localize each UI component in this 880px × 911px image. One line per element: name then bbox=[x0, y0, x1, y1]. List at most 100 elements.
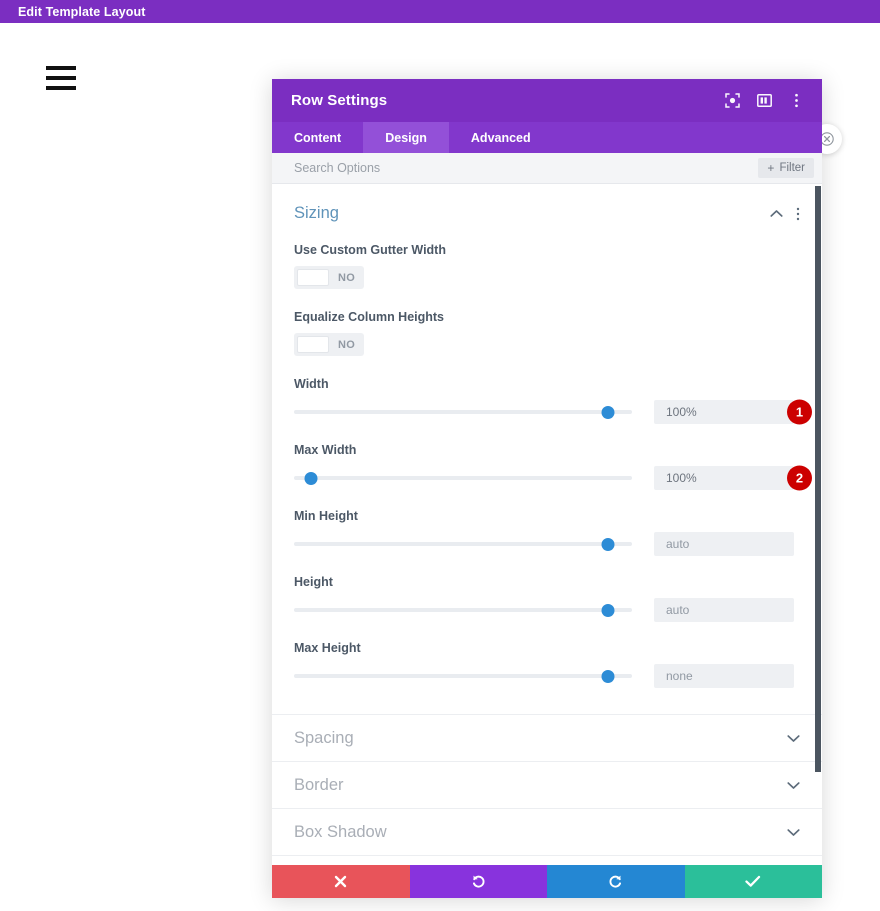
value-input-max-height[interactable]: none bbox=[654, 664, 794, 688]
slider-row-max-height: none bbox=[294, 664, 800, 688]
modal-body: Sizing Use Custom Gutter Width NO Equali… bbox=[272, 184, 822, 865]
field-width: Width 100% 1 bbox=[294, 377, 812, 425]
admin-bar: Edit Template Layout bbox=[0, 0, 880, 23]
chevron-down-icon[interactable] bbox=[787, 734, 800, 743]
search-input[interactable] bbox=[294, 161, 759, 175]
hamburger-bar bbox=[46, 66, 76, 70]
filter-button[interactable]: + Filter bbox=[758, 158, 814, 178]
value-input-max-width[interactable]: 100% 2 bbox=[654, 465, 812, 491]
field-label: Height bbox=[294, 575, 333, 589]
undo-icon bbox=[472, 875, 485, 888]
more-vertical-icon[interactable] bbox=[788, 93, 804, 109]
slider-row-width: 100% 1 bbox=[294, 399, 812, 425]
value-input-min-height[interactable]: auto bbox=[654, 532, 794, 556]
redo-button[interactable] bbox=[547, 865, 685, 898]
chevron-down-icon[interactable] bbox=[787, 781, 800, 790]
modal-header-icons bbox=[724, 93, 804, 109]
slider-handle[interactable] bbox=[304, 471, 318, 485]
field-min-height: Min Height auto bbox=[294, 509, 800, 556]
toggle-knob bbox=[297, 336, 329, 353]
slider-handle[interactable] bbox=[601, 669, 615, 683]
modal-title: Row Settings bbox=[291, 92, 388, 109]
step-badge-1: 1 bbox=[787, 399, 812, 425]
group-spacing[interactable]: Spacing bbox=[272, 715, 822, 762]
close-icon bbox=[820, 132, 834, 146]
value-text: 100% bbox=[666, 405, 697, 419]
redo-icon bbox=[609, 875, 622, 888]
slider-height[interactable] bbox=[294, 602, 632, 618]
value-input-width[interactable]: 100% 1 bbox=[654, 399, 812, 425]
toggle-use-custom-gutter-width[interactable]: NO bbox=[294, 266, 365, 289]
field-use-custom-gutter-width: Use Custom Gutter Width NO bbox=[294, 243, 800, 291]
field-max-width: Max Width 100% 2 bbox=[294, 443, 812, 491]
row-settings-modal: Row Settings Content Design Advanced Sea… bbox=[272, 79, 842, 898]
slider-max-width[interactable] bbox=[294, 470, 632, 486]
slider-track bbox=[294, 674, 632, 678]
group-border[interactable]: Border bbox=[272, 762, 822, 809]
layout-panel-icon[interactable] bbox=[756, 93, 772, 109]
hamburger-bar bbox=[46, 86, 76, 90]
group-filters[interactable]: Filters bbox=[272, 856, 822, 865]
slider-track bbox=[294, 542, 632, 546]
group-sizing-header[interactable]: Sizing bbox=[294, 204, 800, 223]
focus-target-icon[interactable] bbox=[724, 93, 740, 109]
tab-content[interactable]: Content bbox=[272, 122, 363, 153]
filter-button-label: Filter bbox=[779, 162, 805, 174]
slider-row-max-width: 100% 2 bbox=[294, 465, 812, 491]
more-vertical-icon[interactable] bbox=[796, 207, 800, 221]
undo-button[interactable] bbox=[409, 865, 547, 898]
group-spacing-title: Spacing bbox=[294, 728, 354, 747]
modal-header: Row Settings bbox=[272, 79, 822, 122]
field-label: Use Custom Gutter Width bbox=[294, 243, 446, 257]
admin-bar-title: Edit Template Layout bbox=[18, 4, 146, 19]
chevron-down-icon[interactable] bbox=[787, 828, 800, 837]
tab-advanced[interactable]: Advanced bbox=[449, 122, 553, 153]
check-icon bbox=[745, 875, 761, 887]
modal-tabs: Content Design Advanced bbox=[272, 122, 822, 153]
slider-track bbox=[294, 608, 632, 612]
field-height: Height auto bbox=[294, 575, 800, 622]
slider-handle[interactable] bbox=[601, 405, 615, 419]
slider-min-height[interactable] bbox=[294, 536, 632, 552]
field-equalize-column-heights: Equalize Column Heights NO bbox=[294, 310, 800, 358]
value-placeholder: none bbox=[666, 669, 693, 683]
slider-row-height: auto bbox=[294, 598, 800, 622]
slider-row-min-height: auto bbox=[294, 532, 800, 556]
value-input-height[interactable]: auto bbox=[654, 598, 794, 622]
field-label: Max Height bbox=[294, 641, 361, 655]
group-box-shadow-title: Box Shadow bbox=[294, 822, 387, 841]
slider-width[interactable] bbox=[294, 404, 632, 420]
group-sizing: Sizing Use Custom Gutter Width NO Equali… bbox=[272, 184, 822, 715]
group-sizing-title: Sizing bbox=[294, 204, 339, 222]
cancel-button[interactable] bbox=[272, 865, 410, 898]
field-max-height: Max Height none bbox=[294, 641, 800, 688]
slider-max-height[interactable] bbox=[294, 668, 632, 684]
toggle-state-label: NO bbox=[338, 271, 356, 284]
save-button[interactable] bbox=[684, 865, 822, 898]
group-sizing-header-icons bbox=[770, 207, 800, 221]
modal-footer bbox=[272, 865, 822, 898]
page-canvas: Row Settings Content Design Advanced Sea… bbox=[0, 23, 880, 911]
toggle-state-label: NO bbox=[338, 338, 356, 351]
plus-icon: + bbox=[767, 161, 775, 175]
slider-handle[interactable] bbox=[601, 537, 615, 551]
group-box-shadow[interactable]: Box Shadow bbox=[272, 809, 822, 856]
value-text: 100% bbox=[666, 471, 697, 485]
chevron-up-icon[interactable] bbox=[770, 209, 783, 218]
field-label: Width bbox=[294, 377, 329, 391]
group-border-title: Border bbox=[294, 775, 344, 794]
slider-handle[interactable] bbox=[601, 603, 615, 617]
step-badge-2: 2 bbox=[787, 465, 812, 491]
toggle-equalize-column-heights[interactable]: NO bbox=[294, 333, 365, 356]
tab-design[interactable]: Design bbox=[363, 122, 449, 153]
slider-track bbox=[294, 410, 632, 414]
scrollbar-thumb[interactable] bbox=[815, 186, 821, 772]
modal-scrollbar[interactable] bbox=[815, 184, 822, 865]
close-x-icon bbox=[335, 875, 347, 888]
value-placeholder: auto bbox=[666, 603, 690, 617]
field-label: Equalize Column Heights bbox=[294, 310, 445, 324]
value-placeholder: auto bbox=[666, 537, 690, 551]
hamburger-icon[interactable] bbox=[46, 66, 76, 90]
field-label: Max Width bbox=[294, 443, 357, 457]
toggle-knob bbox=[297, 269, 329, 286]
